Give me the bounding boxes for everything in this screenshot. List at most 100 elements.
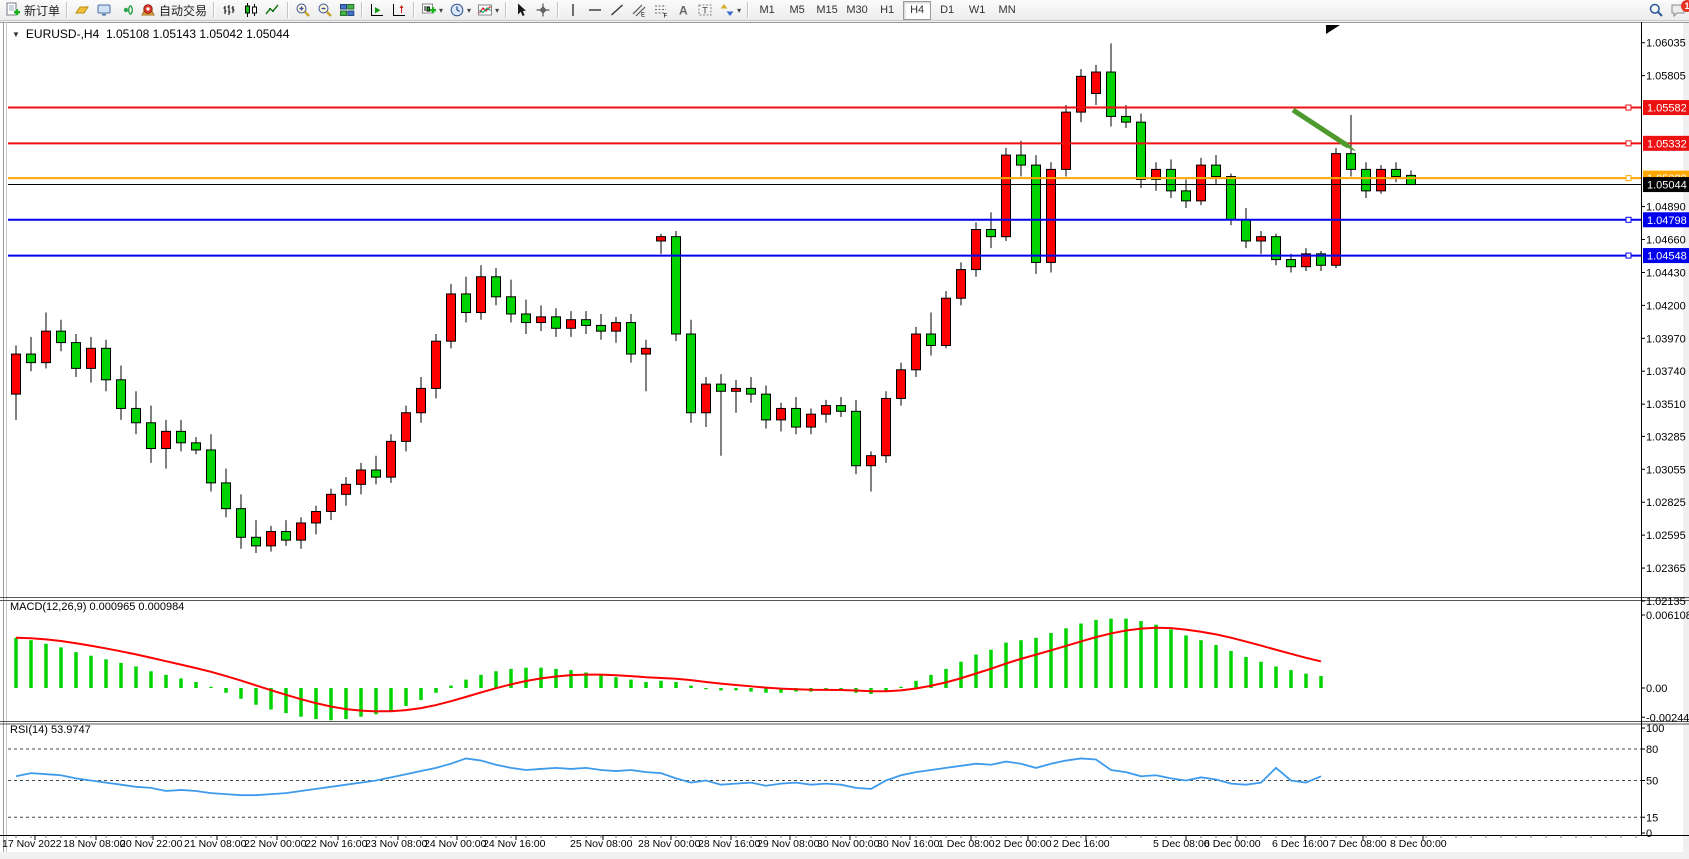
- svg-text:8 Dec 00:00: 8 Dec 00:00: [1390, 838, 1447, 850]
- crosshair-icon: [535, 2, 551, 18]
- notification-badge: 1: [1681, 0, 1689, 12]
- svg-text:7 Dec 08:00: 7 Dec 08:00: [1330, 838, 1387, 850]
- chart-symbol-timeframe: EURUSD-,H4: [26, 27, 99, 41]
- text-icon: A: [675, 2, 691, 18]
- timeframe-m1-button[interactable]: M1: [753, 1, 781, 20]
- candlestick-mode-button[interactable]: [240, 1, 262, 20]
- zoom-in-icon: [295, 2, 311, 18]
- toolbar-separator: [557, 2, 559, 18]
- ticket-icon: [74, 2, 90, 18]
- equidistant-channel-button[interactable]: E: [628, 1, 650, 20]
- new-order-button[interactable]: 新订单: [2, 1, 63, 20]
- signals-button[interactable]: [115, 1, 137, 20]
- svg-text:1.03970: 1.03970: [1646, 333, 1686, 345]
- search-button[interactable]: [1645, 1, 1667, 20]
- text-label-icon: T: [697, 2, 713, 18]
- text-label-button[interactable]: T: [694, 1, 716, 20]
- timeframe-m30-button[interactable]: M30: [843, 1, 871, 20]
- zoom-in-button[interactable]: [292, 1, 314, 20]
- cursor-icon: [513, 2, 529, 18]
- collapse-arrow-icon[interactable]: ▼: [12, 30, 20, 39]
- rsi-indicator-label: RSI(14) 53.9747: [10, 724, 91, 736]
- timeframe-h4-button[interactable]: H4: [903, 1, 931, 20]
- svg-text:2 Dec 00:00: 2 Dec 00:00: [995, 838, 1052, 850]
- timeframe-h1-button[interactable]: H1: [873, 1, 901, 20]
- svg-text:5 Dec 08:00: 5 Dec 08:00: [1153, 838, 1210, 850]
- toolbar-separator: [747, 2, 749, 18]
- bar-chart-mode-button[interactable]: [218, 1, 240, 20]
- svg-text:15: 15: [1646, 812, 1658, 824]
- tile-windows-button[interactable]: [336, 1, 358, 20]
- caret-down-icon: ▾: [467, 6, 471, 15]
- svg-text:1.03740: 1.03740: [1646, 366, 1686, 378]
- arrows-icon: [719, 2, 735, 18]
- new-chart-button[interactable]: ▾: [418, 1, 446, 20]
- vertical-line-button[interactable]: [562, 1, 584, 20]
- toolbar-separator: [66, 2, 68, 18]
- svg-text:E: E: [641, 13, 645, 19]
- notifications-button[interactable]: 1: [1667, 1, 1689, 20]
- svg-text:22 Nov 16:00: 22 Nov 16:00: [305, 838, 368, 850]
- line-chart-mode-button[interactable]: [262, 1, 284, 20]
- svg-text:0.006108: 0.006108: [1646, 610, 1689, 622]
- profiles-button[interactable]: ▾: [446, 1, 474, 20]
- svg-text:23 Nov 08:00: 23 Nov 08:00: [365, 838, 428, 850]
- fibonacci-button[interactable]: F: [650, 1, 672, 20]
- autotrade-icon: [140, 2, 156, 18]
- svg-text:29 Nov 08:00: 29 Nov 08:00: [757, 838, 820, 850]
- svg-text:22 Nov 00:00: 22 Nov 00:00: [244, 838, 307, 850]
- svg-text:1.02825: 1.02825: [1646, 497, 1686, 509]
- market-watch-button[interactable]: [93, 1, 115, 20]
- svg-text:1.03055: 1.03055: [1646, 464, 1686, 476]
- fibonacci-icon: F: [653, 2, 669, 18]
- zoom-out-button[interactable]: [314, 1, 336, 20]
- candlestick-icon: [243, 2, 259, 18]
- timeframe-m15-button[interactable]: M15: [813, 1, 841, 20]
- new-chart-icon: [421, 2, 437, 18]
- svg-text:1.04890: 1.04890: [1646, 202, 1686, 214]
- timeframe-mn-button[interactable]: MN: [993, 1, 1021, 20]
- indicators-button[interactable]: ▾: [474, 1, 502, 20]
- terminal-icon: [96, 2, 112, 18]
- svg-text:28 Nov 00:00: 28 Nov 00:00: [638, 838, 701, 850]
- svg-text:1.04200: 1.04200: [1646, 300, 1686, 312]
- quotes-button[interactable]: [71, 1, 93, 20]
- time-axis: 17 Nov 202218 Nov 08:0020 Nov 22:0021 No…: [2, 835, 1636, 850]
- svg-text:F: F: [664, 14, 668, 19]
- macd-indicator-label: MACD(12,26,9) 0.000965 0.000984: [10, 601, 184, 613]
- auto-scroll-button[interactable]: [366, 1, 388, 20]
- auto-trading-label: 自动交易: [159, 2, 207, 19]
- hline-icon: [587, 2, 603, 18]
- svg-text:1.04660: 1.04660: [1646, 235, 1686, 247]
- svg-text:20 Nov 22:00: 20 Nov 22:00: [120, 838, 183, 850]
- toolbar-separator: [505, 2, 507, 18]
- svg-text:50: 50: [1646, 776, 1658, 788]
- toolbar-separator: [213, 2, 215, 18]
- svg-text:1.04798: 1.04798: [1647, 215, 1687, 227]
- chart-canvas[interactable]: 1.060351.058051.048901.046601.044301.042…: [0, 0, 1689, 859]
- cursor-button[interactable]: [510, 1, 532, 20]
- horizontal-line-button[interactable]: [584, 1, 606, 20]
- zoom-out-icon: [317, 2, 333, 18]
- crosshair-button[interactable]: [532, 1, 554, 20]
- toolbar-separator: [361, 2, 363, 18]
- svg-text:1.02595: 1.02595: [1646, 530, 1686, 542]
- svg-text:1.03285: 1.03285: [1646, 431, 1686, 443]
- svg-text:A: A: [679, 4, 688, 18]
- chart-title: ▼EURUSD-,H4 1.05108 1.05143 1.05042 1.05…: [12, 27, 289, 41]
- timeframe-m5-button[interactable]: M5: [783, 1, 811, 20]
- svg-text:30 Nov 00:00: 30 Nov 00:00: [817, 838, 880, 850]
- arrows-button[interactable]: ▾: [716, 1, 744, 20]
- svg-text:24 Nov 00:00: 24 Nov 00:00: [424, 838, 487, 850]
- timeframe-w1-button[interactable]: W1: [963, 1, 991, 20]
- timeframe-d1-button[interactable]: D1: [933, 1, 961, 20]
- svg-text:24 Nov 16:00: 24 Nov 16:00: [483, 838, 546, 850]
- svg-text:1.02365: 1.02365: [1646, 563, 1686, 575]
- auto-trading-button[interactable]: 自动交易: [137, 1, 210, 20]
- clock-icon: [449, 2, 465, 18]
- text-button[interactable]: A: [672, 1, 694, 20]
- svg-text:T: T: [702, 6, 708, 16]
- chart-shift-button[interactable]: [388, 1, 410, 20]
- trendline-button[interactable]: [606, 1, 628, 20]
- svg-text:21 Nov 08:00: 21 Nov 08:00: [184, 838, 247, 850]
